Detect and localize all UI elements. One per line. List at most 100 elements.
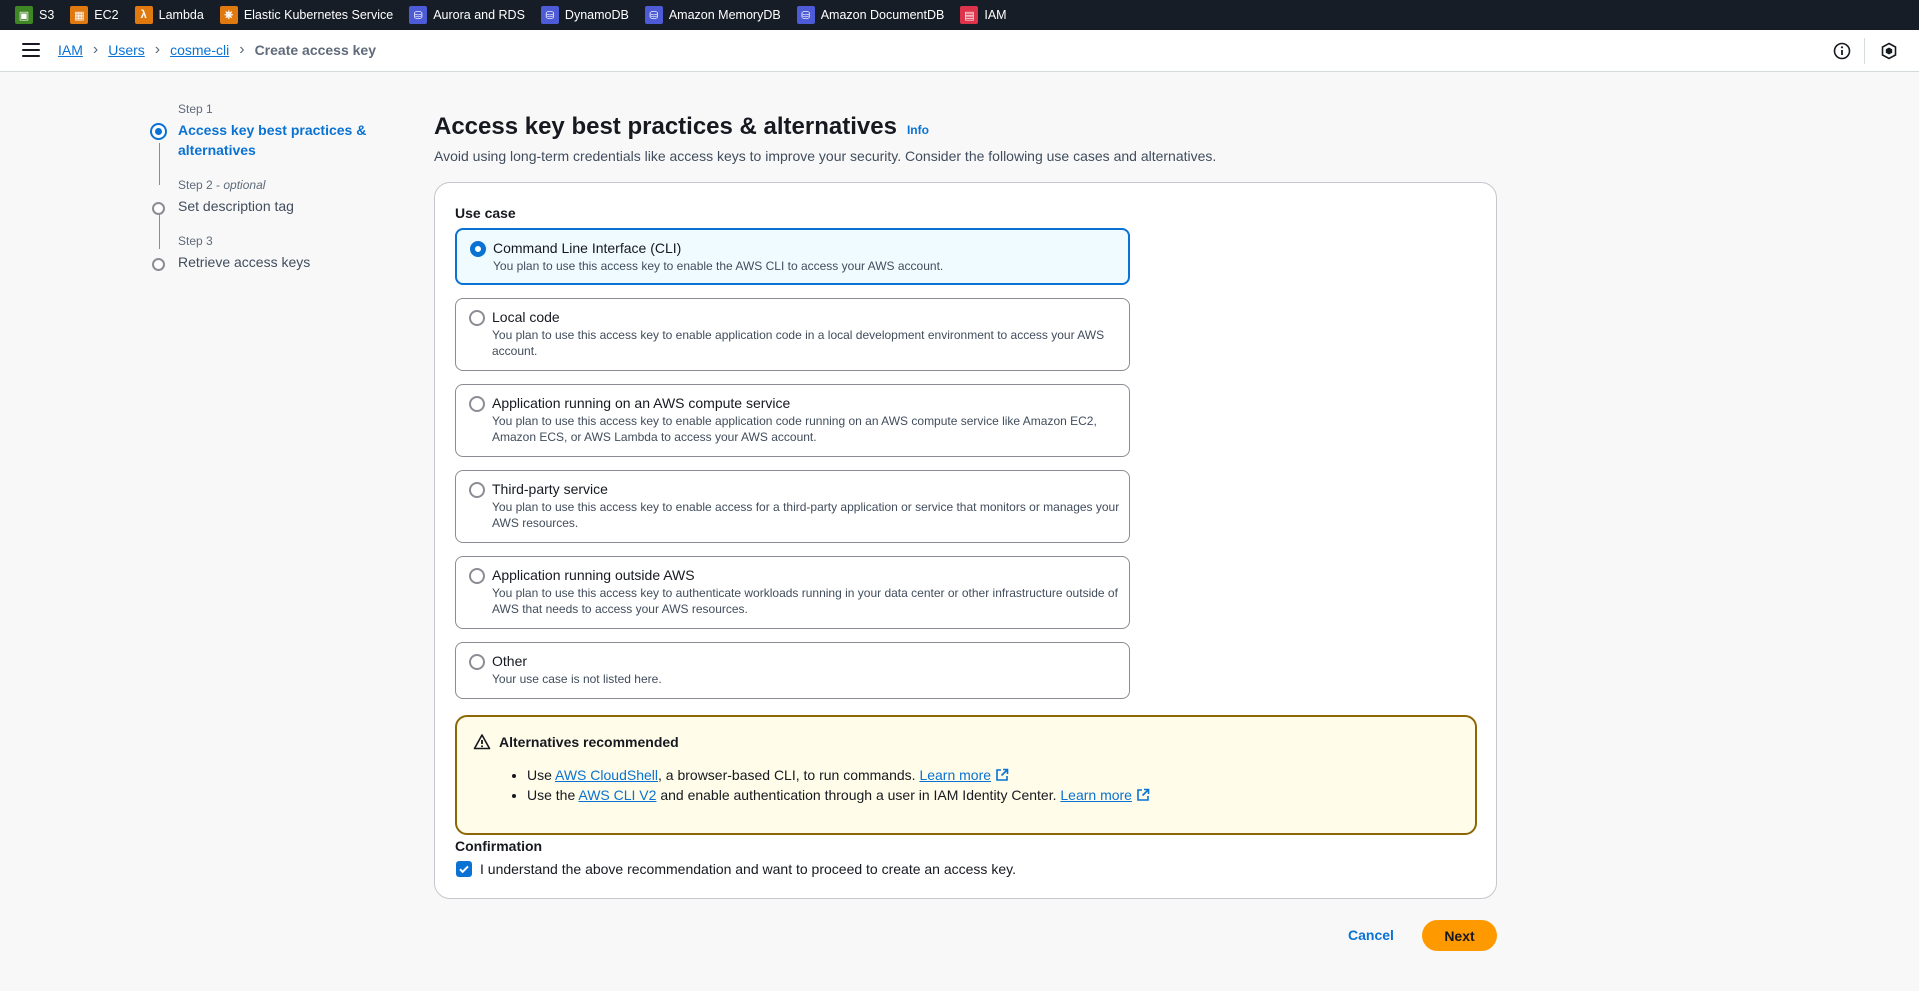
use-case-container: Use case Command Line Interface (CLI) Yo… (434, 182, 1497, 899)
option-description: You plan to use this access key to authe… (492, 586, 1118, 616)
alternatives-alert: Alternatives recommended Use AWS CloudSh… (455, 715, 1477, 835)
use-case-option-other[interactable]: Other Your use case is not listed here. (455, 642, 1130, 699)
radio-icon[interactable] (469, 568, 485, 584)
confirmation-text[interactable]: I understand the above recommendation an… (480, 861, 1016, 877)
step-1-title: Access key best practices & alternatives (178, 122, 367, 158)
s3-icon: ▣ (15, 6, 33, 24)
favorite-label: Amazon DocumentDB (820, 8, 945, 22)
option-description: You plan to use this access key to enabl… (492, 414, 1097, 444)
step-inactive-icon (152, 202, 165, 215)
option-title: Local code (492, 309, 560, 325)
alt-text: Use the (527, 787, 579, 803)
favorite-memorydb[interactable]: ⛁ Amazon MemoryDB (644, 6, 781, 24)
favorite-label: IAM (984, 8, 1007, 22)
step-3-number: Step 3 (178, 234, 213, 248)
breadcrumb-iam[interactable]: IAM (58, 42, 83, 58)
chevron-right-icon: › (239, 41, 245, 58)
breadcrumb-user[interactable]: cosme-cli (170, 42, 229, 58)
rds-icon: ⛁ (409, 6, 428, 24)
ec2-icon: ▦ (70, 6, 89, 24)
info-circle-icon[interactable] (1833, 42, 1851, 60)
favorite-s3[interactable]: ▣ S3 (15, 6, 54, 24)
check-icon (459, 865, 469, 874)
step-2[interactable]: Step 2 - optional Set description tag (148, 178, 388, 216)
favorite-label: DynamoDB (564, 8, 629, 22)
alternatives-list: Use AWS CloudShell, a browser-based CLI,… (527, 767, 1150, 807)
step-3[interactable]: Step 3 Retrieve access keys (148, 234, 388, 272)
step-active-icon (150, 123, 167, 140)
step-3-title: Retrieve access keys (178, 254, 311, 270)
favorite-iam[interactable]: ▤ IAM (960, 6, 1007, 24)
use-case-option-local-code[interactable]: Local code You plan to use this access k… (455, 298, 1130, 371)
use-case-option-outside-aws[interactable]: Application running outside AWS You plan… (455, 556, 1130, 629)
favorite-label: S3 (39, 8, 55, 22)
favorite-label: Elastic Kubernetes Service (243, 8, 394, 22)
page-title: Access key best practices & alternatives (434, 113, 897, 140)
breadcrumb-bar: IAM › Users › cosme-cli › Create access … (0, 30, 1919, 72)
option-description: You plan to use this access key to enabl… (493, 259, 944, 273)
iam-icon: ▤ (960, 6, 979, 24)
breadcrumb: IAM › Users › cosme-cli › Create access … (58, 41, 376, 59)
favorite-lambda[interactable]: λ Lambda (134, 6, 204, 24)
use-case-option-third-party[interactable]: Third-party service You plan to use this… (455, 470, 1130, 543)
wizard-steps: Step 1 Access key best practices & alter… (148, 102, 388, 290)
radio-selected-icon[interactable] (470, 241, 486, 257)
favorite-ec2[interactable]: ▦ EC2 (70, 6, 119, 24)
favorite-label: Lambda (158, 8, 204, 22)
cloudshell-link[interactable]: AWS CloudShell (555, 767, 658, 783)
external-link-icon[interactable] (995, 768, 1009, 782)
info-link[interactable]: Info (907, 123, 929, 137)
favorite-dynamodb[interactable]: ⛁ DynamoDB (540, 6, 629, 24)
cancel-button[interactable]: Cancel (1338, 920, 1404, 950)
menu-icon[interactable] (22, 43, 40, 57)
documentdb-icon: ⛁ (796, 6, 815, 24)
favorite-rds[interactable]: ⛁ Aurora and RDS (409, 6, 525, 24)
warning-icon (473, 734, 491, 750)
option-title: Third-party service (492, 481, 608, 497)
step-1-number: Step 1 (178, 102, 213, 116)
radio-icon[interactable] (469, 396, 485, 412)
page-heading: Access key best practices & alternatives… (434, 113, 929, 141)
step-inactive-icon (152, 258, 165, 271)
page-subtitle: Avoid using long-term credentials like a… (434, 148, 1217, 164)
favorite-eks[interactable]: ⎈ Elastic Kubernetes Service (219, 6, 394, 24)
chevron-right-icon: › (92, 41, 99, 58)
use-case-option-aws-compute[interactable]: Application running on an AWS compute se… (455, 384, 1130, 457)
favorite-documentdb[interactable]: ⛁ Amazon DocumentDB (796, 6, 945, 24)
learn-more-link[interactable]: Learn more (919, 767, 991, 783)
option-title: Command Line Interface (CLI) (493, 240, 682, 256)
cli-v2-link[interactable]: AWS CLI V2 (578, 787, 656, 803)
favorite-label: EC2 (94, 8, 119, 22)
favorite-label: Amazon MemoryDB (668, 8, 781, 22)
learn-more-link[interactable]: Learn more (1060, 787, 1132, 803)
radio-icon[interactable] (469, 310, 485, 326)
favorites-bar: ▣ S3 ▦ EC2 λ Lambda ⎈ Elastic Kubernetes Servic… (0, 0, 1919, 30)
use-case-option-cli[interactable]: Command Line Interface (CLI) You plan to… (455, 228, 1130, 285)
radio-icon[interactable] (469, 654, 485, 670)
next-button[interactable]: Next (1422, 920, 1497, 951)
toolbar-divider (1864, 38, 1865, 64)
favorite-label: Aurora and RDS (433, 8, 525, 22)
chevron-right-icon: › (154, 41, 161, 58)
option-title: Application running on an AWS compute se… (492, 395, 791, 411)
breadcrumb-current: Create access key (254, 42, 376, 58)
alert-title: Alternatives recommended (499, 734, 679, 750)
option-description: You plan to use this access key to enabl… (492, 328, 1105, 358)
breadcrumb-users[interactable]: Users (108, 42, 145, 58)
notifications-hex-icon[interactable] (1880, 42, 1898, 60)
confirmation-label: Confirmation (455, 838, 543, 854)
alt-text: Use (527, 767, 556, 783)
alt-text: , a browser-based CLI, to run commands. (658, 767, 920, 783)
alt-text: and enable authentication through a user… (656, 787, 1061, 803)
eks-icon: ⎈ (219, 6, 238, 24)
option-description: Your use case is not listed here. (492, 672, 662, 686)
option-description: You plan to use this access key to enabl… (492, 500, 1120, 530)
external-link-icon[interactable] (1136, 788, 1150, 802)
radio-icon[interactable] (469, 482, 485, 498)
confirmation-checkbox[interactable] (456, 861, 472, 877)
step-1[interactable]: Step 1 Access key best practices & alter… (148, 102, 388, 160)
use-case-label: Use case (455, 205, 516, 221)
option-title: Application running outside AWS (492, 567, 695, 583)
step-2-number: Step 2 - optional (178, 178, 266, 192)
lambda-icon: λ (134, 6, 153, 24)
